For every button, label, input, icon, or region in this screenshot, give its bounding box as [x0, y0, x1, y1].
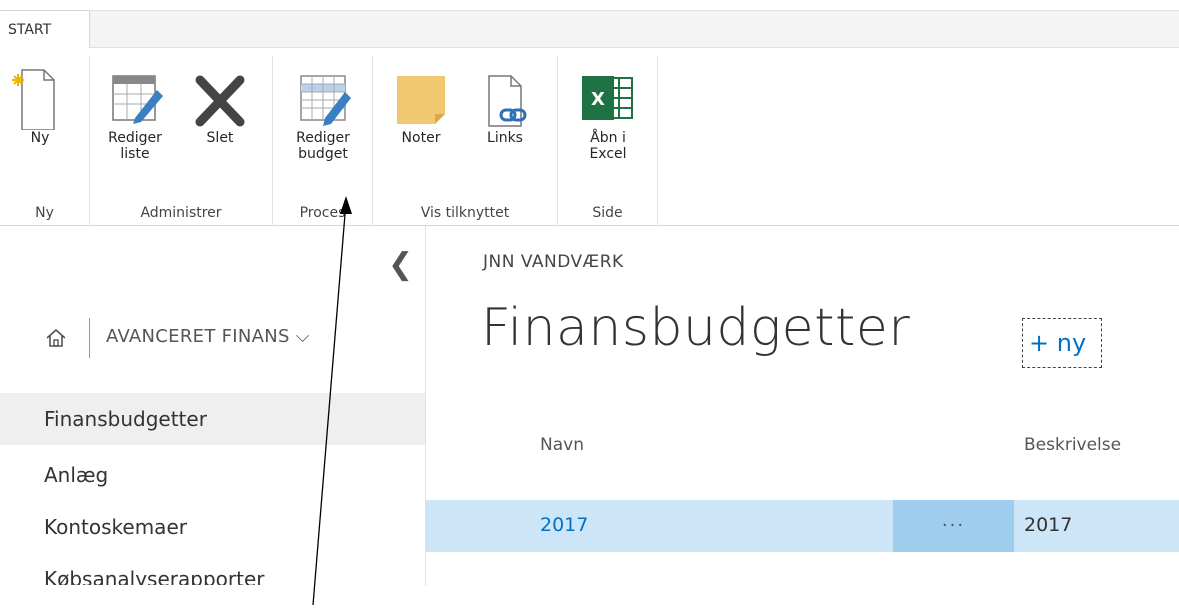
- ribbon-tabstrip: START: [0, 0, 1179, 48]
- edit-list-button[interactable]: Rediger liste: [100, 56, 170, 162]
- open-in-excel-label: Åbn i Excel: [589, 130, 627, 162]
- column-header-navn[interactable]: Navn: [540, 435, 584, 455]
- site-name-dropdown[interactable]: AVANCERET FINANS ⌵: [106, 326, 310, 347]
- collapse-nav-icon[interactable]: ❮: [388, 250, 413, 280]
- site-separator: [89, 318, 90, 358]
- page-title: Finansbudgetter: [481, 298, 911, 358]
- tabbar-background: [90, 10, 1179, 48]
- column-header-beskrivelse[interactable]: Beskrivelse: [1024, 435, 1121, 455]
- group-administrer: Rediger liste Slet Administrer: [90, 56, 273, 226]
- group-label-vis-tilknyttet: Vis tilknyttet: [420, 205, 510, 221]
- group-ny: Ny Ny: [0, 56, 90, 226]
- group-label-proces: Proces: [299, 205, 346, 221]
- edit-budget-icon: [293, 56, 353, 130]
- notes-icon: [391, 56, 451, 130]
- edit-list-label: Rediger liste: [108, 130, 162, 162]
- links-label: Links: [487, 130, 523, 146]
- group-proces: Rediger budget Proces: [273, 56, 373, 226]
- nav-item-kontoskemaer[interactable]: Kontoskemaer: [0, 501, 425, 553]
- nav-item-finansbudgetter[interactable]: Finansbudgetter: [0, 393, 425, 445]
- delete-x-icon: [190, 56, 250, 130]
- svg-text:X: X: [591, 89, 605, 110]
- group-label-ny: Ny: [35, 205, 54, 221]
- group-label-administrer: Administrer: [140, 205, 222, 221]
- home-icon[interactable]: [44, 326, 68, 350]
- nav-item-anlaeg[interactable]: Anlæg: [0, 449, 425, 501]
- delete-button[interactable]: Slet: [190, 56, 250, 146]
- nav-item-koebsanalyserapporter[interactable]: Købsanalyserapporter: [0, 553, 425, 585]
- notes-label: Noter: [401, 130, 441, 146]
- edit-budget-button[interactable]: Rediger budget: [288, 56, 358, 162]
- links-button[interactable]: Links: [475, 56, 535, 146]
- link-document-icon: [475, 56, 535, 130]
- group-label-side: Side: [592, 205, 623, 221]
- open-in-excel-button[interactable]: X Åbn i Excel: [578, 56, 638, 162]
- table-row[interactable]: 2017 ··· 2017: [426, 500, 1179, 552]
- new-item-link[interactable]: + ny: [1022, 318, 1102, 368]
- edit-budget-label: Rediger budget: [296, 130, 350, 162]
- notes-button[interactable]: Noter: [391, 56, 451, 146]
- group-side: X Åbn i Excel Side: [558, 56, 658, 226]
- new-document-icon: [10, 56, 70, 131]
- row-name-link[interactable]: 2017: [540, 514, 588, 536]
- edit-list-icon: [105, 56, 165, 130]
- breadcrumb[interactable]: JNN VANDVÆRK: [483, 252, 624, 272]
- delete-label: Slet: [206, 130, 234, 146]
- new-item-label: Ny: [30, 130, 50, 146]
- row-description: 2017: [1024, 514, 1073, 536]
- tab-start[interactable]: START: [0, 10, 90, 48]
- excel-icon: X: [578, 56, 638, 130]
- row-more-button[interactable]: ···: [893, 500, 1014, 552]
- ribbon: Ny Ny Rediger liste Slet Administrer Red…: [0, 48, 1179, 226]
- group-vis-tilknyttet: Noter Links Vis tilknyttet: [373, 56, 558, 226]
- new-item-button[interactable]: Ny: [10, 56, 70, 146]
